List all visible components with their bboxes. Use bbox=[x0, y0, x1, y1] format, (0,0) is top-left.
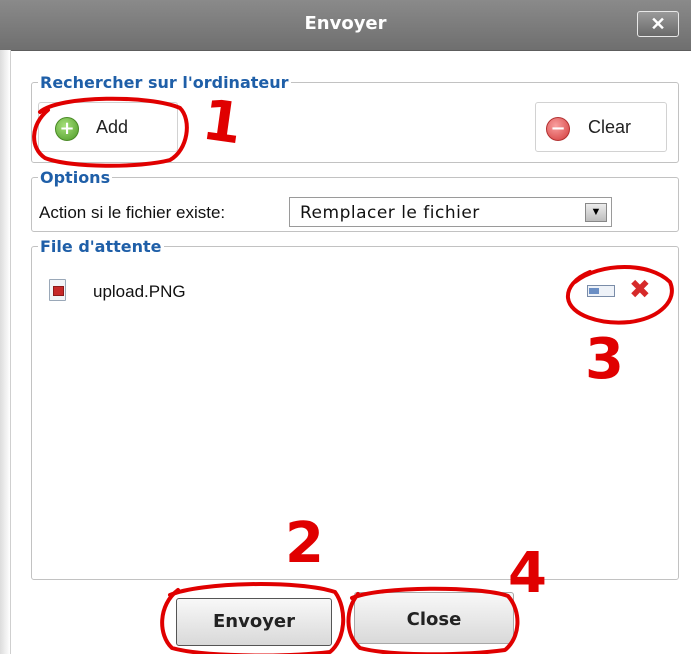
dialog-title: Envoyer bbox=[304, 13, 387, 34]
progress-bar-fill bbox=[589, 288, 599, 294]
clear-button-label: Clear bbox=[588, 117, 632, 137]
queue-item-name: upload.PNG bbox=[93, 282, 186, 301]
image-file-icon bbox=[49, 279, 66, 301]
file-exists-action-label: Action si le fichier existe: bbox=[39, 203, 226, 222]
options-legend: Options bbox=[40, 168, 111, 187]
close-window-button[interactable]: ✕ bbox=[637, 11, 679, 37]
dialog-titlebar: Envoyer ✕ bbox=[0, 0, 691, 51]
chevron-down-icon[interactable]: ▼ bbox=[585, 203, 607, 222]
send-button[interactable]: Envoyer bbox=[176, 598, 332, 646]
queue-legend: File d'attente bbox=[40, 237, 162, 256]
close-button[interactable]: Close bbox=[354, 592, 514, 644]
file-exists-action-select[interactable]: Remplacer le fichier ▼ bbox=[289, 197, 612, 227]
browse-legend: Rechercher sur l'ordinateur bbox=[40, 73, 289, 92]
select-value: Remplacer le fichier bbox=[300, 203, 480, 223]
remove-file-icon[interactable]: ✖ bbox=[629, 276, 651, 304]
progress-bar-icon bbox=[587, 285, 615, 297]
window-edge bbox=[0, 50, 11, 654]
add-button[interactable]: + Add bbox=[38, 102, 178, 152]
plus-circle-icon: + bbox=[55, 117, 79, 141]
add-button-label: Add bbox=[96, 117, 129, 137]
minus-circle-icon: − bbox=[546, 117, 570, 141]
clear-button[interactable]: − Clear bbox=[535, 102, 667, 152]
